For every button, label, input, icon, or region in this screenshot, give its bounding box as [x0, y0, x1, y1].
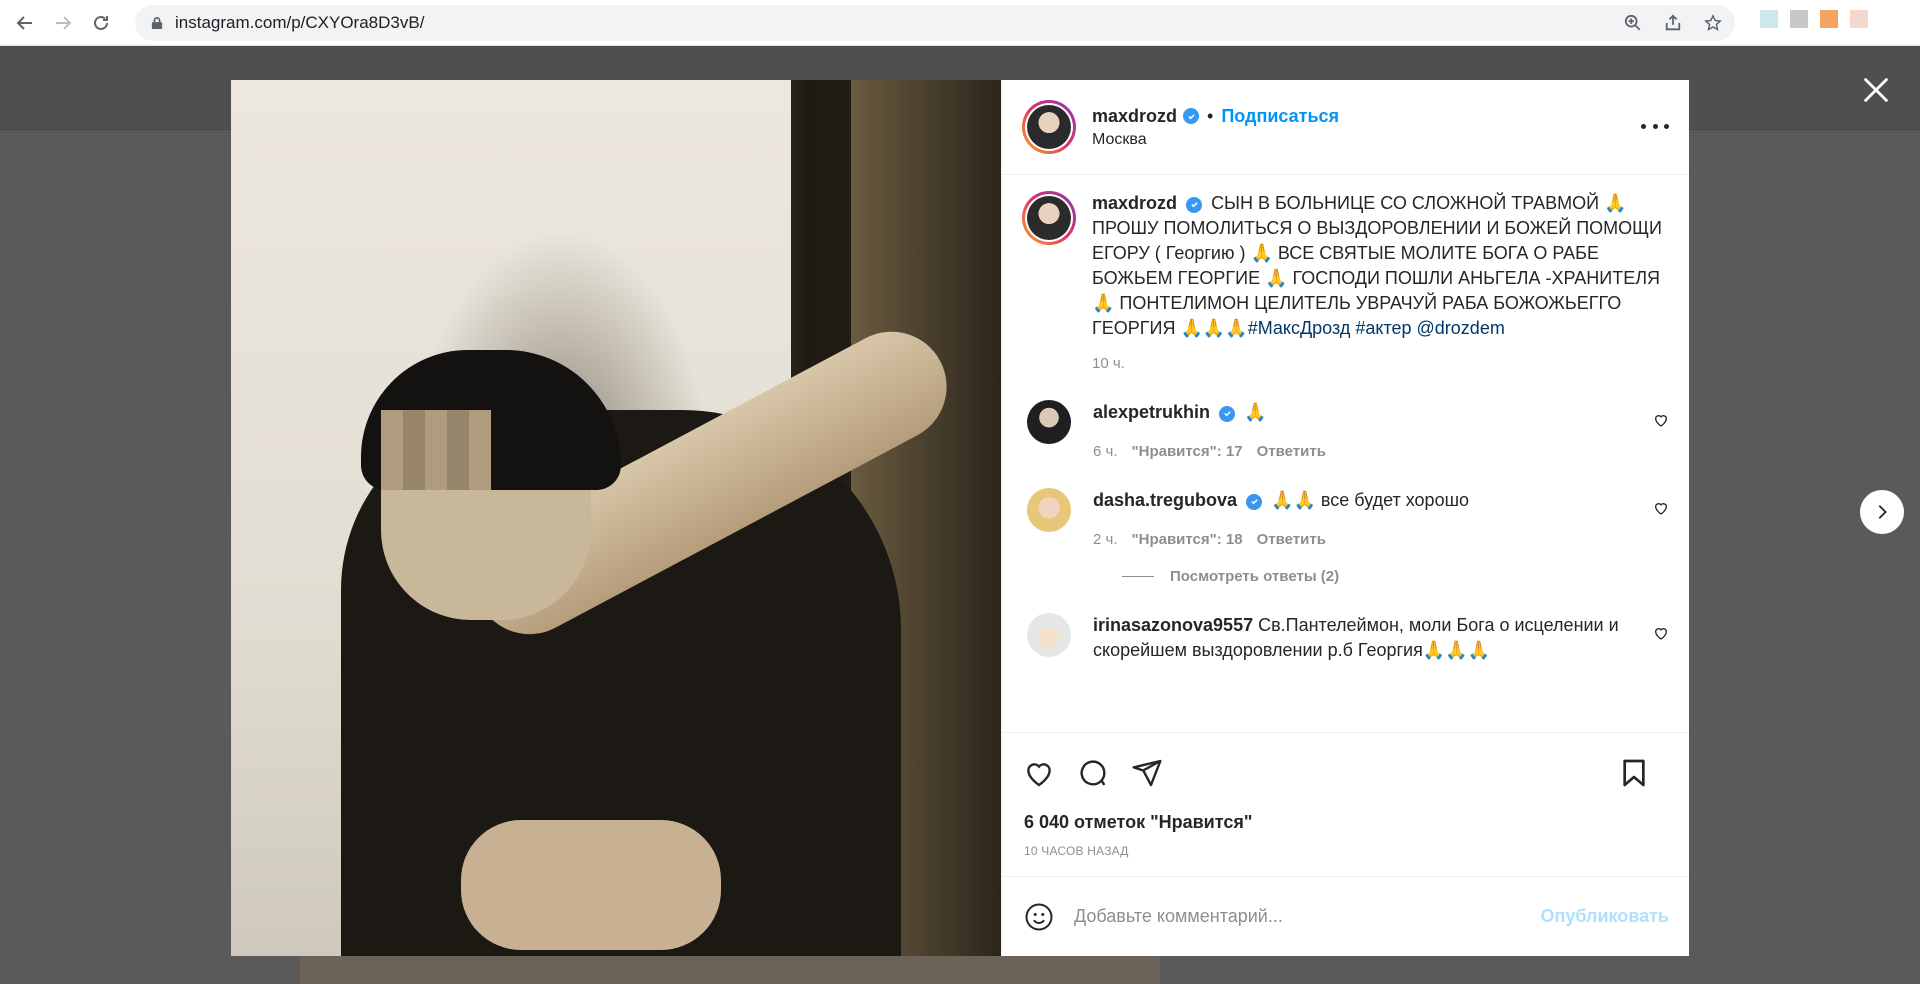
emoji-icon	[1025, 903, 1053, 930]
more-dot-icon	[1664, 123, 1669, 129]
replies-divider	[1122, 576, 1154, 577]
comment-item: alexpetrukhin 🙏 6 ч. "Нравится": 17 Отве…	[1022, 400, 1669, 460]
avatar-image	[1027, 196, 1071, 240]
comment-username[interactable]: irinasazonova9557	[1093, 615, 1253, 635]
comment-username[interactable]: alexpetrukhin	[1093, 402, 1210, 422]
comment-button[interactable]	[1076, 756, 1110, 790]
more-dot-icon	[1641, 123, 1646, 129]
post-caption: maxdrozd СЫН В БОЛЬНИЦЕ СО СЛОЖНОЙ ТРАВМ…	[1022, 191, 1669, 341]
verified-badge-icon	[1246, 493, 1263, 510]
post-location[interactable]: Москва	[1092, 131, 1339, 149]
caption-username[interactable]: maxdrozd	[1092, 193, 1177, 213]
like-button[interactable]	[1022, 756, 1056, 790]
emoji-button[interactable]	[1022, 900, 1056, 934]
url-text[interactable]: instagram.com/p/CXYOra8D3vB/	[175, 13, 424, 33]
caption-text: СЫН В БОЛЬНИЦЕ СО СЛОЖНОЙ ТРАВМОЙ 🙏 ПРОШ…	[1092, 193, 1662, 338]
photo-hands	[461, 820, 721, 950]
verified-badge-icon	[1186, 196, 1203, 213]
add-comment-bar: Опубликовать	[1002, 876, 1689, 956]
lock-icon[interactable]	[151, 15, 165, 31]
paper-plane-icon	[1132, 759, 1162, 786]
zoom-icon[interactable]	[1623, 13, 1643, 33]
caption-avatar[interactable]	[1022, 191, 1076, 245]
share-button[interactable]	[1130, 756, 1164, 790]
chevron-right-icon	[1878, 505, 1887, 519]
commenter-avatar[interactable]	[1027, 400, 1071, 444]
back-icon[interactable]	[12, 10, 38, 36]
comment-time[interactable]: 2 ч.	[1093, 531, 1118, 548]
comment-bubble-icon	[1080, 759, 1106, 786]
commenter-avatar[interactable]	[1027, 613, 1071, 657]
post-modal: maxdrozd • Подписаться Москва maxdrozd С…	[231, 80, 1689, 956]
verified-badge-icon	[1183, 108, 1200, 124]
comments-list[interactable]: maxdrozd СЫН В БОЛЬНИЦЕ СО СЛОЖНОЙ ТРАВМ…	[1002, 175, 1689, 732]
view-replies-button[interactable]: Посмотреть ответы (2)	[1122, 568, 1669, 585]
author-username[interactable]: maxdrozd	[1092, 106, 1177, 127]
avatar-image	[1027, 105, 1071, 149]
share-icon[interactable]	[1663, 13, 1683, 33]
comment-text: 🙏	[1244, 402, 1267, 422]
blurred-face	[381, 410, 491, 490]
forward-icon[interactable]	[50, 10, 76, 36]
publish-button[interactable]: Опубликовать	[1540, 906, 1669, 927]
caption-hashtags[interactable]: #МаксДрозд #актер @drozdem	[1248, 318, 1505, 338]
post-sidebar: maxdrozd • Подписаться Москва maxdrozd С…	[1001, 80, 1689, 956]
address-bar[interactable]: instagram.com/p/CXYOra8D3vB/	[135, 5, 1735, 41]
separator-dot: •	[1207, 105, 1214, 126]
commenter-avatar[interactable]	[1027, 488, 1071, 532]
browser-toolbar: instagram.com/p/CXYOra8D3vB/	[0, 0, 1920, 46]
more-options-button[interactable]	[1641, 116, 1669, 136]
view-replies-label[interactable]: Посмотреть ответы (2)	[1170, 568, 1339, 585]
star-icon[interactable]	[1703, 13, 1723, 33]
extension-icon[interactable]	[1850, 10, 1868, 28]
extensions-area	[1740, 0, 1920, 38]
reply-button[interactable]: Ответить	[1257, 531, 1326, 548]
like-comment-heart-icon[interactable]	[1653, 500, 1669, 516]
post-time[interactable]: 10 ЧАСОВ НАЗАД	[1002, 836, 1689, 876]
comment-likes[interactable]: "Нравится": 17	[1132, 443, 1243, 460]
post-photo[interactable]	[231, 80, 1001, 956]
bookmark-icon	[1623, 759, 1645, 787]
like-comment-heart-icon[interactable]	[1653, 412, 1669, 428]
avatar[interactable]	[1022, 100, 1076, 154]
extension-icon[interactable]	[1790, 10, 1808, 28]
comment-item: irinasazonova9557 Св.Пантелеймон, моли Б…	[1022, 613, 1669, 663]
verified-badge-icon	[1219, 405, 1236, 422]
extension-icon[interactable]	[1760, 10, 1778, 28]
extension-icon[interactable]	[1820, 10, 1838, 28]
save-button[interactable]	[1617, 756, 1651, 790]
background-page-content	[300, 955, 1160, 984]
comment-likes[interactable]: "Нравится": 18	[1132, 531, 1243, 548]
reload-icon[interactable]	[88, 10, 114, 36]
comment-input[interactable]	[1074, 906, 1541, 927]
comment-username[interactable]: dasha.tregubova	[1093, 490, 1237, 510]
next-post-button[interactable]	[1860, 490, 1904, 534]
comment-text: 🙏🙏 все будет хорошо	[1271, 490, 1470, 510]
comment-time[interactable]: 6 ч.	[1093, 443, 1118, 460]
close-icon	[1863, 77, 1889, 103]
like-comment-heart-icon[interactable]	[1653, 625, 1669, 641]
likes-count[interactable]: 6 040 отметок "Нравится"	[1002, 812, 1689, 836]
close-button[interactable]	[1860, 74, 1892, 106]
heart-icon	[1027, 762, 1051, 786]
comment-item: dasha.tregubova 🙏🙏 все будет хорошо 2 ч.…	[1022, 488, 1669, 548]
post-actions	[1002, 732, 1689, 812]
more-dot-icon	[1652, 123, 1658, 129]
reply-button[interactable]: Ответить	[1257, 443, 1326, 460]
post-header: maxdrozd • Подписаться Москва	[1002, 80, 1689, 175]
follow-button[interactable]: Подписаться	[1221, 106, 1339, 127]
caption-time[interactable]: 10 ч.	[1092, 355, 1669, 372]
